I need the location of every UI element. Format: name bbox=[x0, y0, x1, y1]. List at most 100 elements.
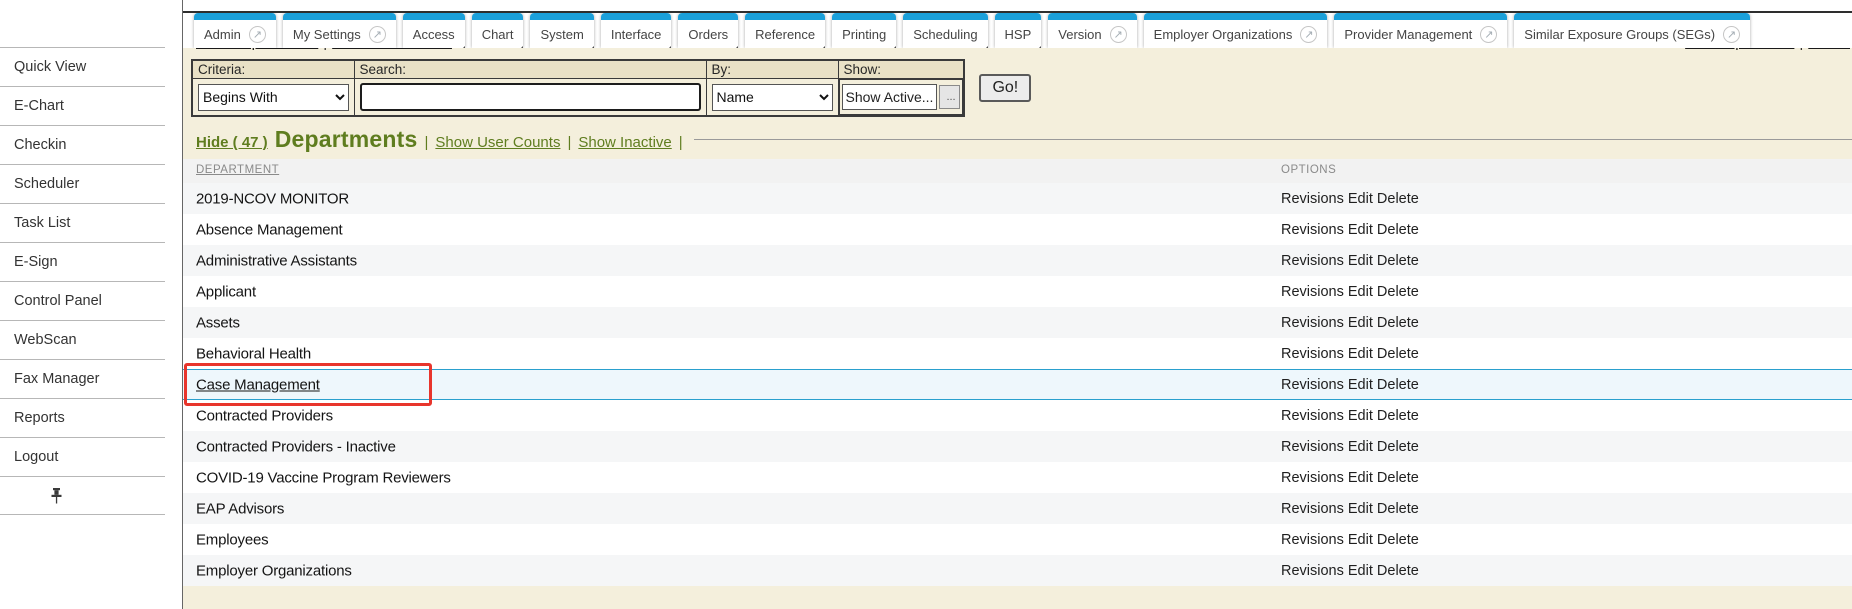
sidebar-item-control-panel[interactable]: Control Panel bbox=[0, 281, 165, 320]
table-row[interactable]: Behavioral Health Revisions Edit Delete bbox=[183, 338, 1852, 369]
table-row[interactable]: Case Management Revisions Edit Delete bbox=[183, 369, 1852, 400]
by-select[interactable]: Name bbox=[712, 84, 833, 111]
table-row[interactable]: Employees Revisions Edit Delete bbox=[183, 524, 1852, 555]
sidebar-item-task-list[interactable]: Task List bbox=[0, 203, 165, 242]
tab-provider-management[interactable]: Provider Management ↗ bbox=[1334, 13, 1507, 48]
delete-link[interactable]: Delete bbox=[1377, 563, 1419, 579]
department-sort-header[interactable]: DEPARTMENT bbox=[196, 164, 279, 176]
section-rule-line bbox=[694, 139, 1852, 140]
tab-my-settings[interactable]: My Settings ↗ bbox=[283, 13, 396, 48]
revisions-link[interactable]: Revisions bbox=[1281, 408, 1344, 424]
show-inactive-link[interactable]: Show Inactive bbox=[578, 134, 671, 151]
edit-link[interactable]: Edit bbox=[1348, 470, 1373, 486]
sidebar-item-reports[interactable]: Reports bbox=[0, 398, 165, 437]
revisions-link[interactable]: Revisions bbox=[1281, 191, 1344, 207]
criteria-select[interactable]: Begins With bbox=[198, 84, 349, 111]
delete-link[interactable]: Delete bbox=[1377, 284, 1419, 300]
department-name: Assets bbox=[196, 314, 240, 331]
delete-link[interactable]: Delete bbox=[1377, 501, 1419, 517]
revisions-link[interactable]: Revisions bbox=[1281, 284, 1344, 300]
sidebar-pin-toggle[interactable] bbox=[0, 476, 165, 515]
sidebar-item-label: Scheduler bbox=[14, 176, 79, 192]
sidebar-item-quick-view[interactable]: Quick View bbox=[0, 47, 165, 86]
tab-interface[interactable]: Interface bbox=[601, 13, 672, 48]
table-row[interactable]: Assets Revisions Edit Delete bbox=[183, 307, 1852, 338]
revisions-link[interactable]: Revisions bbox=[1281, 315, 1344, 331]
revisions-link[interactable]: Revisions bbox=[1281, 346, 1344, 362]
sidebar-item-fax-manager[interactable]: Fax Manager bbox=[0, 359, 165, 398]
edit-link[interactable]: Edit bbox=[1348, 532, 1373, 548]
table-row[interactable]: EAP Advisors Revisions Edit Delete bbox=[183, 493, 1852, 524]
edit-link[interactable]: Edit bbox=[1348, 346, 1373, 362]
edit-link[interactable]: Edit bbox=[1348, 501, 1373, 517]
show-user-counts-link[interactable]: Show User Counts bbox=[435, 134, 560, 151]
tab-printing[interactable]: Printing bbox=[832, 13, 896, 48]
sidebar-item-e-sign[interactable]: E-Sign bbox=[0, 242, 165, 281]
go-button[interactable]: Go! bbox=[979, 74, 1031, 102]
tab-label: Version bbox=[1058, 27, 1101, 42]
delete-link[interactable]: Delete bbox=[1377, 315, 1419, 331]
sidebar-item-scheduler[interactable]: Scheduler bbox=[0, 164, 165, 203]
table-row[interactable]: Administrative Assistants Revisions Edit… bbox=[183, 245, 1852, 276]
revisions-link[interactable]: Revisions bbox=[1281, 563, 1344, 579]
show-filter-more-button[interactable]: ... bbox=[939, 85, 960, 109]
section-separator: | bbox=[679, 134, 683, 151]
search-column-header: Search: bbox=[354, 60, 706, 79]
delete-link[interactable]: Delete bbox=[1377, 346, 1419, 362]
pin-icon bbox=[50, 488, 63, 504]
revisions-link[interactable]: Revisions bbox=[1281, 501, 1344, 517]
tab-admin[interactable]: Admin ↗ bbox=[194, 13, 276, 48]
edit-link[interactable]: Edit bbox=[1348, 222, 1373, 238]
edit-link[interactable]: Edit bbox=[1348, 408, 1373, 424]
sidebar-item-label: WebScan bbox=[14, 332, 77, 348]
revisions-link[interactable]: Revisions bbox=[1281, 439, 1344, 455]
delete-link[interactable]: Delete bbox=[1377, 253, 1419, 269]
tab-similar-exposure-groups-segs[interactable]: Similar Exposure Groups (SEGs) ↗ bbox=[1514, 13, 1750, 48]
table-row[interactable]: Contracted Providers - Inactive Revision… bbox=[183, 431, 1852, 462]
table-row[interactable]: Absence Management Revisions Edit Delete bbox=[183, 214, 1852, 245]
tab-hsp[interactable]: HSP bbox=[995, 13, 1042, 48]
table-row[interactable]: 2019-NCOV MONITOR Revisions Edit Delete bbox=[183, 183, 1852, 214]
delete-link[interactable]: Delete bbox=[1377, 470, 1419, 486]
tab-reference[interactable]: Reference bbox=[745, 13, 825, 48]
table-row[interactable]: Applicant Revisions Edit Delete bbox=[183, 276, 1852, 307]
departments-table-header: DEPARTMENT OPTIONS bbox=[183, 159, 1852, 183]
tab-employer-organizations[interactable]: Employer Organizations ↗ bbox=[1144, 13, 1328, 48]
search-input[interactable] bbox=[360, 83, 701, 111]
table-row[interactable]: COVID-19 Vaccine Program Reviewers Revis… bbox=[183, 462, 1852, 493]
revisions-link[interactable]: Revisions bbox=[1281, 532, 1344, 548]
sidebar-item-e-chart[interactable]: E-Chart bbox=[0, 86, 165, 125]
edit-link[interactable]: Edit bbox=[1348, 439, 1373, 455]
revisions-link[interactable]: Revisions bbox=[1281, 377, 1344, 393]
delete-link[interactable]: Delete bbox=[1377, 222, 1419, 238]
show-filter-value[interactable]: Show Active... bbox=[842, 84, 938, 110]
table-row[interactable]: Contracted Providers Revisions Edit Dele… bbox=[183, 400, 1852, 431]
edit-link[interactable]: Edit bbox=[1348, 563, 1373, 579]
tab-access[interactable]: Access bbox=[403, 13, 465, 48]
revisions-link[interactable]: Revisions bbox=[1281, 253, 1344, 269]
sidebar-item-webscan[interactable]: WebScan bbox=[0, 320, 165, 359]
tab-orders[interactable]: Orders bbox=[678, 13, 738, 48]
delete-link[interactable]: Delete bbox=[1377, 191, 1419, 207]
revisions-link[interactable]: Revisions bbox=[1281, 470, 1344, 486]
tab-chart[interactable]: Chart bbox=[472, 13, 524, 48]
department-name: Contracted Providers bbox=[196, 407, 333, 424]
delete-link[interactable]: Delete bbox=[1377, 439, 1419, 455]
revisions-link[interactable]: Revisions bbox=[1281, 222, 1344, 238]
edit-link[interactable]: Edit bbox=[1348, 377, 1373, 393]
tab-scheduling[interactable]: Scheduling bbox=[903, 13, 987, 48]
delete-link[interactable]: Delete bbox=[1377, 377, 1419, 393]
tab-system[interactable]: System bbox=[530, 13, 593, 48]
table-row[interactable]: Employer Organizations Revisions Edit De… bbox=[183, 555, 1852, 586]
edit-link[interactable]: Edit bbox=[1348, 191, 1373, 207]
edit-link[interactable]: Edit bbox=[1348, 284, 1373, 300]
tab-version[interactable]: Version ↗ bbox=[1048, 13, 1136, 48]
delete-link[interactable]: Delete bbox=[1377, 532, 1419, 548]
edit-link[interactable]: Edit bbox=[1348, 315, 1373, 331]
edit-link[interactable]: Edit bbox=[1348, 253, 1373, 269]
delete-link[interactable]: Delete bbox=[1377, 408, 1419, 424]
sidebar-item-logout[interactable]: Logout bbox=[0, 437, 165, 476]
tab-accent-bar bbox=[403, 13, 465, 20]
sidebar-item-checkin[interactable]: Checkin bbox=[0, 125, 165, 164]
hide-count-link[interactable]: Hide ( 47 ) bbox=[196, 134, 268, 151]
